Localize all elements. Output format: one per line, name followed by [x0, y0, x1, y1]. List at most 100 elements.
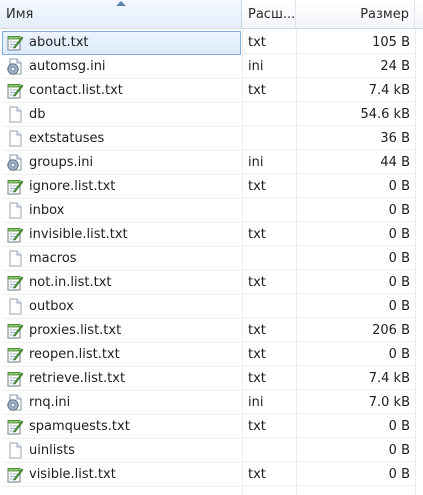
file-name-cell[interactable]: extstatuses — [2, 127, 241, 151]
file-row[interactable]: ignore.list.txt txt 0 B — [0, 175, 423, 199]
file-name: rnq.ini — [29, 395, 71, 410]
file-size: 7.0 kB — [297, 391, 415, 414]
file-size: 24 B — [297, 55, 415, 78]
file-row[interactable]: retrieve.list.txt txt 7.4 kB — [0, 367, 423, 391]
notepad-icon — [6, 346, 24, 363]
column-header-bar: Имя Расш... Размер — [0, 0, 423, 29]
file-name: inbox — [29, 203, 65, 218]
file-size: 0 B — [297, 175, 415, 198]
column-header-size[interactable]: Размер — [297, 0, 415, 28]
notepad-icon — [6, 274, 24, 291]
file-name-cell[interactable]: macros — [2, 247, 241, 271]
notepad-icon — [6, 178, 24, 195]
file-name: visible.list.txt — [29, 467, 116, 482]
file-name: spamquests.txt — [29, 419, 130, 434]
column-header-name[interactable]: Имя — [0, 0, 242, 28]
file-row[interactable]: macros 0 B — [0, 247, 423, 271]
file-size: 0 B — [297, 463, 415, 486]
file-extension: ini — [243, 151, 296, 174]
file-name-cell[interactable]: uinlists — [2, 439, 241, 463]
file-row[interactable]: rnq.ini ini 7.0 kB — [0, 391, 423, 415]
file-extension: ini — [243, 55, 296, 78]
file-name-cell[interactable]: outbox — [2, 295, 241, 319]
file-extension: txt — [243, 415, 296, 438]
file-extension: txt — [243, 367, 296, 390]
blank-file-icon — [6, 442, 24, 459]
file-name-cell[interactable]: invisible.list.txt — [2, 223, 241, 247]
notepad-icon — [6, 34, 24, 51]
blank-file-icon — [6, 298, 24, 315]
file-row[interactable]: not.in.list.txt txt 0 B — [0, 271, 423, 295]
notepad-icon — [6, 82, 24, 99]
file-extension: txt — [243, 79, 296, 102]
notepad-icon — [6, 466, 24, 483]
file-extension — [243, 295, 296, 318]
file-name-cell[interactable]: inbox — [2, 199, 241, 223]
file-name-cell[interactable]: visible.list.txt — [2, 463, 241, 487]
column-header-extension[interactable]: Расш... — [243, 0, 296, 28]
file-size: 0 B — [297, 199, 415, 222]
file-size: 7.4 kB — [297, 367, 415, 390]
file-name-cell[interactable]: groups.ini — [2, 151, 241, 175]
file-size: 0 B — [297, 439, 415, 462]
blank-file-icon — [6, 130, 24, 147]
file-extension: txt — [243, 319, 296, 342]
file-extension — [243, 103, 296, 126]
notepad-icon — [6, 226, 24, 243]
file-list: about.txt txt 105 Bautomsg.ini ini 24 Bconta… — [0, 31, 423, 487]
column-header-extension-label: Расш... — [248, 7, 296, 22]
notepad-icon — [6, 322, 24, 339]
file-size: 0 B — [297, 415, 415, 438]
file-row[interactable]: automsg.ini ini 24 B — [0, 55, 423, 79]
settings-file-icon — [6, 394, 24, 411]
file-name: invisible.list.txt — [29, 227, 128, 242]
file-name-cell[interactable]: db — [2, 103, 241, 127]
file-name-cell[interactable]: rnq.ini — [2, 391, 241, 415]
file-size: 105 B — [297, 31, 415, 54]
file-name-cell[interactable]: reopen.list.txt — [2, 343, 241, 367]
file-extension: txt — [243, 271, 296, 294]
file-name: uinlists — [29, 443, 75, 458]
file-name-cell[interactable]: spamquests.txt — [2, 415, 241, 439]
file-extension: txt — [243, 223, 296, 246]
file-row[interactable]: invisible.list.txt txt 0 B — [0, 223, 423, 247]
file-row[interactable]: about.txt txt 105 B — [0, 31, 423, 55]
file-row[interactable]: reopen.list.txt txt 0 B — [0, 343, 423, 367]
file-name: outbox — [29, 299, 74, 314]
file-size: 0 B — [297, 343, 415, 366]
file-row[interactable]: contact.list.txt txt 7.4 kB — [0, 79, 423, 103]
file-name-cell[interactable]: proxies.list.txt — [2, 319, 241, 343]
file-extension — [243, 127, 296, 150]
file-row[interactable]: groups.ini ini 44 B — [0, 151, 423, 175]
file-row[interactable]: proxies.list.txt txt 206 B — [0, 319, 423, 343]
blank-file-icon — [6, 250, 24, 267]
file-name-cell[interactable]: contact.list.txt — [2, 79, 241, 103]
file-name: proxies.list.txt — [29, 323, 122, 338]
file-row[interactable]: spamquests.txt txt 0 B — [0, 415, 423, 439]
file-row[interactable]: outbox 0 B — [0, 295, 423, 319]
file-size: 0 B — [297, 271, 415, 294]
file-size: 0 B — [297, 223, 415, 246]
file-row[interactable]: visible.list.txt txt 0 B — [0, 463, 423, 487]
file-name-cell[interactable]: automsg.ini — [2, 55, 241, 79]
file-name: automsg.ini — [29, 59, 106, 74]
file-name-cell[interactable]: not.in.list.txt — [2, 271, 241, 295]
file-row[interactable]: extstatuses 36 B — [0, 127, 423, 151]
file-name-cell[interactable]: about.txt — [2, 31, 241, 55]
settings-file-icon — [6, 58, 24, 75]
sort-ascending-icon — [116, 1, 126, 6]
file-name: db — [29, 107, 46, 122]
file-name-cell[interactable]: ignore.list.txt — [2, 175, 241, 199]
file-extension — [243, 199, 296, 222]
file-row[interactable]: db 54.6 kB — [0, 103, 423, 127]
column-header-name-label: Имя — [6, 7, 34, 22]
file-row[interactable]: uinlists 0 B — [0, 439, 423, 463]
file-row[interactable]: inbox 0 B — [0, 199, 423, 223]
blank-file-icon — [6, 202, 24, 219]
file-extension: txt — [243, 343, 296, 366]
file-size: 0 B — [297, 247, 415, 270]
file-extension — [243, 247, 296, 270]
column-header-size-label: Размер — [360, 7, 409, 22]
file-name-cell[interactable]: retrieve.list.txt — [2, 367, 241, 391]
file-name: ignore.list.txt — [29, 179, 116, 194]
